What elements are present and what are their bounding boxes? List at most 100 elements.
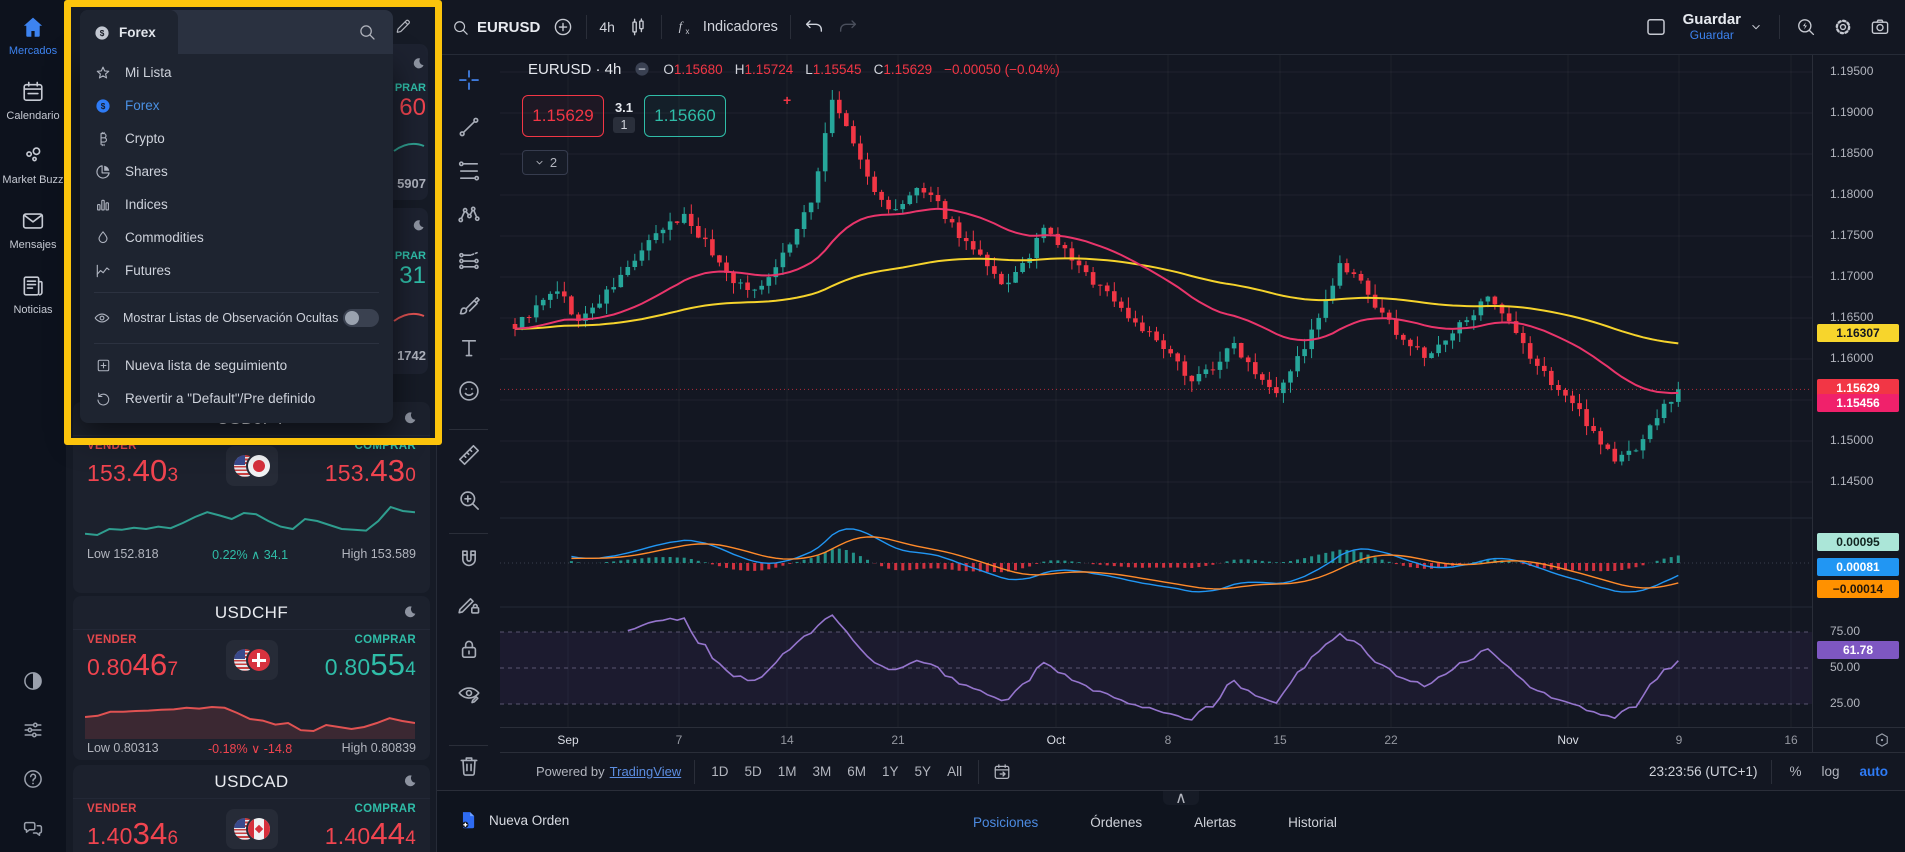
undo-button[interactable] xyxy=(803,16,825,38)
menu-item-crypto[interactable]: Crypto xyxy=(80,122,393,155)
fib-retracement-icon xyxy=(458,161,479,181)
candlestick-chart[interactable] xyxy=(500,55,1812,752)
indicators-button[interactable]: fx Indicadores xyxy=(674,16,778,38)
menu-item-commodities[interactable]: Commodities xyxy=(80,221,393,254)
quick-search-button[interactable] xyxy=(1795,16,1817,38)
chart-style-button[interactable] xyxy=(627,16,649,38)
sidebar-item-mensajes[interactable]: Mensajes xyxy=(1,208,65,252)
sidebar-item-noticias[interactable]: Noticias xyxy=(1,273,65,317)
tab--rdenes[interactable]: Órdenes xyxy=(1090,815,1142,830)
sell-button[interactable]: VENDER 1.40346 xyxy=(87,803,178,852)
tool-measure[interactable] xyxy=(456,442,482,468)
range-button-6m[interactable]: 6M xyxy=(844,762,869,781)
tradingview-link[interactable]: TradingView xyxy=(610,764,682,779)
support-chat-button[interactable] xyxy=(21,816,45,840)
range-button-1m[interactable]: 1M xyxy=(775,762,800,781)
theme-toggle-button[interactable] xyxy=(21,669,45,693)
buy-button[interactable]: 1.15660 xyxy=(644,95,726,137)
preferences-button[interactable] xyxy=(21,718,45,742)
watchlist-card-usdchf[interactable]: USDCHF VENDER 0.80467 COMPRAR 0.80554 Low 0.8… xyxy=(73,596,430,760)
menu-item-futures[interactable]: Futures xyxy=(80,254,393,287)
sidebar-item-mercados[interactable]: Mercados xyxy=(1,14,65,58)
log-scale-button[interactable]: log xyxy=(1818,762,1842,781)
tool-hide-drawings[interactable] xyxy=(456,681,482,707)
tool-xabcd-pattern[interactable] xyxy=(456,202,482,228)
tool-text[interactable] xyxy=(456,335,482,361)
sell-button[interactable]: 1.15629 xyxy=(522,95,604,137)
collapse-indicators-button[interactable]: 2 xyxy=(522,150,568,175)
symbol-search-field[interactable]: EURUSD xyxy=(451,18,540,37)
tool-forecast[interactable] xyxy=(456,248,482,274)
interval-button[interactable]: 4h xyxy=(599,19,615,35)
minus-circle-icon[interactable] xyxy=(633,60,651,78)
tool-magnet[interactable] xyxy=(456,547,482,573)
hidden-lists-toggle[interactable] xyxy=(343,309,379,327)
percent-scale-button[interactable]: % xyxy=(1786,762,1804,781)
revert-default-button[interactable]: Revertir a "Default"/Pre definido xyxy=(80,382,393,415)
tool-fib-retracement[interactable] xyxy=(456,158,482,184)
legend-title[interactable]: EURUSD · 4h xyxy=(528,61,621,78)
compare-add-button[interactable] xyxy=(552,16,574,38)
snapshot-button[interactable] xyxy=(1869,16,1891,38)
tab-alertas[interactable]: Alertas xyxy=(1194,815,1236,830)
range-button-1y[interactable]: 1Y xyxy=(879,762,902,781)
new-watchlist-button[interactable]: Nueva lista de seguimiento xyxy=(80,349,393,382)
tab-posiciones[interactable]: Posiciones xyxy=(973,815,1038,830)
settings-button[interactable] xyxy=(1832,16,1854,38)
sparkline-fragment xyxy=(393,312,425,322)
new-order-button[interactable]: Nueva Orden xyxy=(458,809,569,831)
chart-toolbar: EURUSD 4h fx Indicadores Guardar Guardar xyxy=(437,0,1905,55)
tool-emoji[interactable] xyxy=(456,378,482,404)
save-button[interactable]: Guardar Guardar xyxy=(1683,11,1764,42)
menu-item-forex[interactable]: $ Forex xyxy=(80,89,393,122)
sell-button[interactable]: VENDER 0.80467 xyxy=(87,634,178,685)
layout-button[interactable] xyxy=(1644,15,1668,39)
tool-drawing-mode[interactable] xyxy=(456,591,482,617)
sell-button[interactable]: VENDER 153.403 xyxy=(87,440,178,491)
price-scale[interactable]: 1.19500 1.19000 1.18500 1.18000 1.17500 1.170… xyxy=(1812,55,1905,752)
edit-watchlist-icon xyxy=(396,19,410,33)
watchlist-card-usdcad[interactable]: USDCAD VENDER 1.40346 COMPRAR 1.40444 xyxy=(73,765,430,852)
tool-crosshair[interactable] xyxy=(456,67,482,93)
watchlist-tab-forex[interactable]: $ Forex xyxy=(80,10,178,55)
chart-canvas[interactable] xyxy=(500,55,1812,752)
show-hidden-lists-row[interactable]: Mostrar Listas de Observación Ocultas xyxy=(80,298,393,338)
edit-watchlist-button[interactable] xyxy=(394,16,413,35)
layout-icon xyxy=(1646,19,1665,35)
menu-item-shares[interactable]: Shares xyxy=(80,155,393,188)
range-button-5d[interactable]: 5D xyxy=(741,762,764,781)
range-button-all[interactable]: All xyxy=(944,762,965,781)
symbol-name: USDCHF xyxy=(214,602,289,622)
go-to-date-button[interactable] xyxy=(992,762,1012,782)
range-button-5y[interactable]: 5Y xyxy=(912,762,935,781)
help-button[interactable] xyxy=(21,767,45,791)
time-axis[interactable]: Sep 7 14 21 Oct 8 15 22 Nov 9 16 xyxy=(500,727,1812,752)
range-button-3m[interactable]: 3M xyxy=(810,762,835,781)
brush-icon xyxy=(459,296,480,315)
tool-lock-all[interactable] xyxy=(456,636,482,662)
tool-zoom-in[interactable] xyxy=(456,487,482,513)
watchlist-card-usdjpy[interactable]: USDJPYVENDER153.403COMPRAR153.430Low 152… xyxy=(73,402,430,593)
buy-button[interactable]: COMPRAR 153.430 xyxy=(325,440,416,491)
sidebar-item-calendario[interactable]: Calendario xyxy=(1,79,65,123)
symbol-header[interactable]: USDCAD xyxy=(73,765,430,799)
menu-item-mi-lista[interactable]: Mi Lista xyxy=(80,56,393,89)
clock-label[interactable]: 23:23:56 (UTC+1) xyxy=(1649,764,1757,779)
undo-icon xyxy=(93,390,113,407)
tool-remove-drawings[interactable] xyxy=(456,753,482,779)
menu-item-label: Futures xyxy=(125,263,171,278)
symbol-search-button[interactable] xyxy=(357,22,377,42)
tool-trend-line[interactable] xyxy=(456,114,482,140)
auto-scale-button[interactable]: auto xyxy=(1857,762,1892,781)
time-label: 8 xyxy=(1164,733,1172,747)
buy-button[interactable]: COMPRAR 1.40444 xyxy=(325,803,416,852)
sidebar-item-market-buzz[interactable]: Market Buzz xyxy=(1,143,65,187)
tab-historial[interactable]: Historial xyxy=(1288,815,1337,830)
redo-button[interactable] xyxy=(837,16,859,38)
axis-settings[interactable] xyxy=(1812,727,1905,752)
range-button-1d[interactable]: 1D xyxy=(708,762,731,781)
menu-item-indices[interactable]: Indices xyxy=(80,188,393,221)
tool-brush[interactable] xyxy=(456,292,482,318)
buy-button[interactable]: COMPRAR 0.80554 xyxy=(325,634,416,685)
symbol-header[interactable]: USDCHF xyxy=(73,596,430,630)
